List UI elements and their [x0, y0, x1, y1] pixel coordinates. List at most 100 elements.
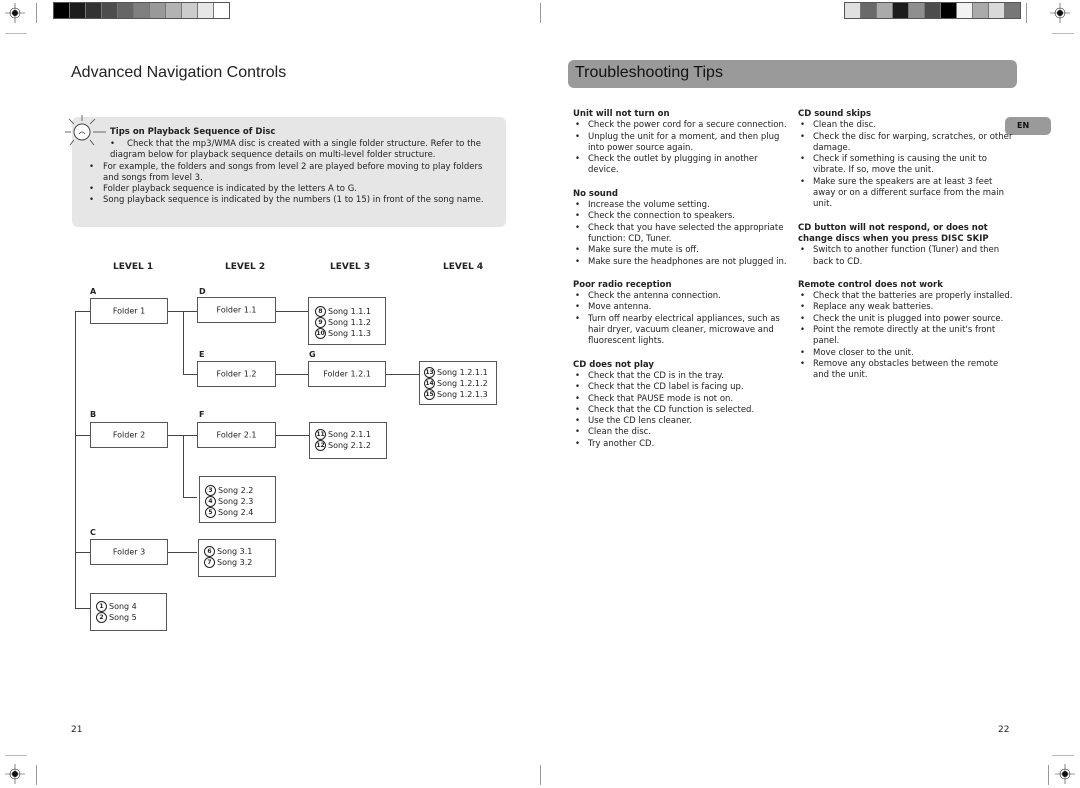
troubleshooting-section: Remote control does not workCheck that t…: [798, 280, 1013, 382]
sequence-number-icon: 11: [315, 429, 326, 440]
section-heading: Poor radio reception: [573, 279, 672, 290]
song-entry: 9 Song 1.1.2: [315, 317, 371, 328]
tip-item: Switch to another function (Tuner) and t…: [798, 245, 1013, 268]
tip-item: Make sure the speakers are at least 3 fe…: [798, 177, 1013, 211]
song-name: Song 2.4: [218, 508, 254, 517]
troubleshooting-column-right: CD sound skipsClean the disc.Check the d…: [798, 109, 1013, 394]
song-name: Song 1.1.1: [328, 307, 372, 316]
color-swatch: [150, 3, 166, 18]
tip-item: Check the antenna connection.: [573, 291, 788, 303]
bullet: •: [89, 195, 95, 205]
song-box: 8 Song 1.1.1 9 Song 1.1.2 10 Song 1.1.3: [308, 297, 386, 345]
tip-item: Clean the disc.: [573, 427, 788, 439]
song-entry: 7 Song 3.2: [204, 557, 252, 568]
folder-name: Folder 1.2: [216, 369, 257, 379]
section-heading: Remote control does not work: [798, 279, 943, 290]
crop-line: [1026, 3, 1027, 23]
sequence-number-icon: 7: [204, 557, 215, 568]
song-box: 6 Song 3.1 7 Song 3.2: [198, 539, 276, 577]
crop-line: [1052, 33, 1074, 34]
folder-box: Folder 3: [90, 539, 168, 565]
song-entry: 1 Song 4: [96, 601, 137, 612]
song-name: Song 1.2.1.2: [437, 379, 488, 388]
color-swatch: [1005, 3, 1020, 18]
page-title: Troubleshooting Tips: [575, 64, 723, 81]
song-name: Song 1.1.2: [328, 318, 372, 327]
color-swatch: [941, 3, 957, 18]
sequence-number-icon: 6: [204, 546, 215, 557]
connector-line: [75, 435, 90, 436]
connector-line: [183, 374, 197, 375]
page-number: 22: [998, 725, 1010, 735]
color-swatch: [54, 3, 70, 18]
sequence-number-icon: 3: [205, 485, 216, 496]
tip-item: Use the CD lens cleaner.: [573, 416, 788, 428]
tip-item: Check the unit is plugged into power sou…: [798, 314, 1013, 326]
song-entry: 8 Song 1.1.1: [315, 306, 371, 317]
section-heading: CD button will not respond, or does not …: [798, 222, 989, 244]
folder-letter: B: [90, 410, 97, 419]
folder-box: Folder 1.2.1: [308, 361, 386, 387]
troubleshooting-section: Poor radio receptionCheck the antenna co…: [573, 280, 788, 348]
tip-item: Try another CD.: [573, 439, 788, 451]
section-heading: CD sound skips: [798, 109, 872, 119]
tip-item: Check that PAUSE mode is not on.: [573, 394, 788, 406]
sequence-number-icon: 10: [315, 328, 326, 339]
connector-line: [75, 311, 90, 312]
song-entry: 11 Song 2.1.1: [315, 429, 371, 440]
tip-item: Check that the CD label is facing up.: [573, 382, 788, 394]
color-calibration-swatches: [53, 2, 230, 19]
connector-line: [183, 497, 197, 498]
tips-title: Tips on Playback Sequence of Disc: [110, 127, 276, 137]
folder-box: Folder 1.2: [197, 361, 276, 387]
color-calibration-swatches: [844, 2, 1021, 19]
troubleshooting-section: Unit will not turn onCheck the power cor…: [573, 109, 788, 177]
sequence-number-icon: 15: [424, 389, 435, 400]
song-entry: 13 Song 1.2.1.1: [424, 367, 488, 378]
tip-item: Check the outlet by plugging in another …: [573, 154, 788, 177]
sequence-number-icon: 8: [315, 306, 326, 317]
bullet: •: [89, 184, 95, 194]
song-name: Song 2.2: [218, 486, 254, 495]
song-entry: 5 Song 2.4: [205, 507, 253, 518]
song-name: Song 5: [109, 613, 137, 622]
folder-letter: D: [199, 287, 206, 296]
section-heading: CD does not play: [573, 359, 654, 370]
color-swatch: [893, 3, 909, 18]
tip-item: Remove any obstacles between the remote …: [798, 359, 1013, 382]
connector-line: [167, 552, 197, 553]
color-swatch: [845, 3, 861, 18]
level-label: LEVEL 4: [443, 262, 484, 272]
folder-box: Folder 1.1: [197, 297, 276, 323]
registration-mark-icon: [1055, 764, 1075, 784]
song-entry: 14 Song 1.2.1.2: [424, 378, 488, 389]
song-box: 3 Song 2.2 4 Song 2.3 5 Song 2.4: [199, 476, 276, 523]
level-label: LEVEL 1: [113, 262, 154, 272]
connector-line: [183, 435, 184, 497]
song-name: Song 2.1.2: [328, 441, 372, 450]
tip-text: For example, the folders and songs from …: [103, 162, 483, 183]
crop-line: [5, 33, 27, 34]
troubleshooting-section: No soundIncrease the volume setting.Chec…: [573, 189, 788, 268]
troubleshooting-section: CD sound skipsClean the disc.Check the d…: [798, 109, 1013, 211]
tip-item: Turn off nearby electrical appliances, s…: [573, 314, 788, 348]
folder-name: Folder 3: [112, 547, 146, 557]
tip-item: Make sure the mute is off.: [573, 245, 788, 257]
sequence-number-icon: 2: [96, 612, 107, 623]
sequence-number-icon: 5: [205, 507, 216, 518]
tip-item: Check the connection to speakers.: [573, 211, 788, 223]
connector-line: [276, 311, 308, 312]
connector-line: [75, 552, 90, 553]
color-swatch: [973, 3, 989, 18]
lightbulb-icon: [65, 115, 106, 146]
crop-line: [36, 765, 37, 785]
folder-name: Folder 2: [112, 430, 146, 440]
color-swatch: [102, 3, 118, 18]
tip-item: Song playback sequence is indicated by t…: [103, 195, 488, 206]
tip-item: Make sure the headphones are not plugged…: [573, 257, 788, 269]
tip-item: Move antenna.: [573, 302, 788, 314]
crop-line: [36, 3, 37, 23]
song-name: Song 3.2: [217, 558, 253, 567]
tip-item: Check the disc for warping, scratches, o…: [798, 132, 1013, 155]
color-swatch: [861, 3, 877, 18]
